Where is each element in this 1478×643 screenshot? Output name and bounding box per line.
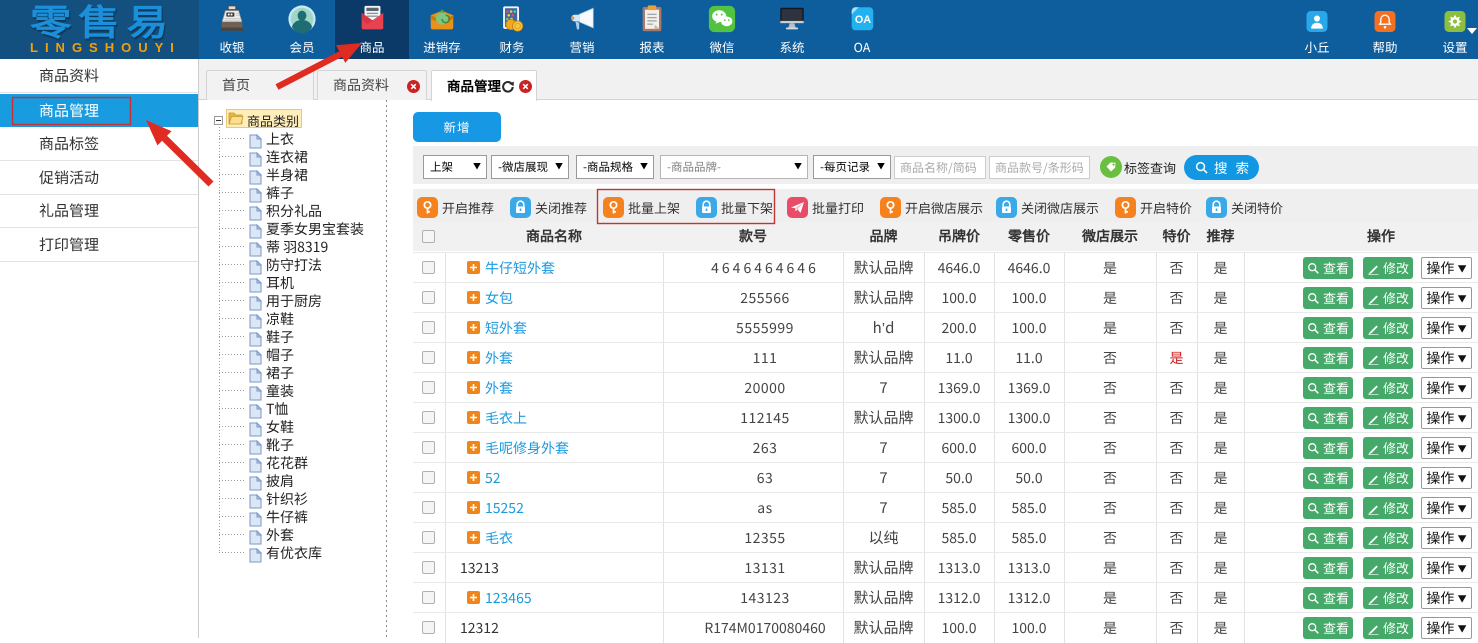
svg-text:OA: OA [855, 14, 871, 26]
